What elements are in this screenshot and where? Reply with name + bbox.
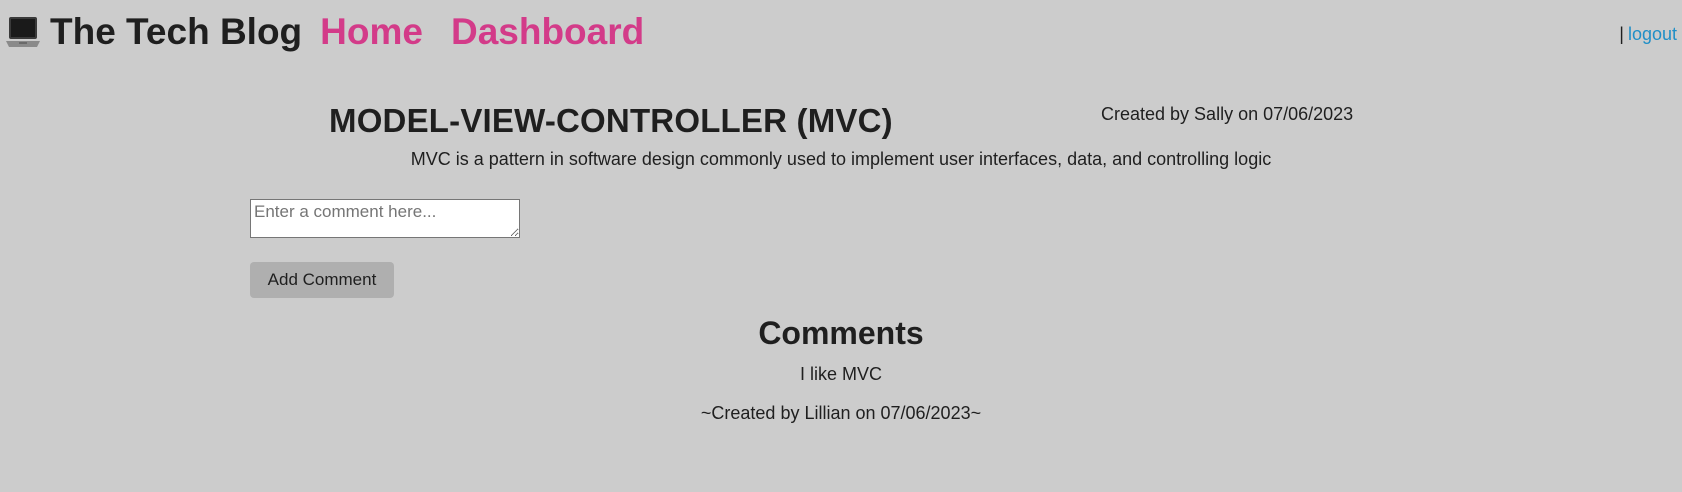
session-controls: | logout xyxy=(1619,24,1677,45)
comment-item: I like MVC ~Created by Lillian on 07/06/… xyxy=(0,364,1682,424)
comments-section: Comments I like MVC ~Created by Lillian … xyxy=(0,313,1682,424)
nav-dashboard-link[interactable]: Dashboard xyxy=(451,10,644,54)
site-header: The Tech Blog Home Dashboard | logout xyxy=(0,0,1682,64)
post: MODEL-VIEW-CONTROLLER (MVC) Created by S… xyxy=(0,64,1682,184)
separator: | xyxy=(1619,24,1624,44)
laptop-icon xyxy=(4,13,42,51)
nav-home-link[interactable]: Home xyxy=(320,10,423,54)
comments-heading: Comments xyxy=(758,315,924,351)
comment-input[interactable] xyxy=(250,199,520,238)
comment-meta: ~Created by Lillian on 07/06/2023~ xyxy=(700,403,982,423)
post-title: MODEL-VIEW-CONTROLLER (MVC) xyxy=(329,102,893,139)
post-body: MVC is a pattern in software design comm… xyxy=(410,149,1272,169)
comment-form: Add Comment xyxy=(250,199,520,298)
comment-text: I like MVC xyxy=(799,364,882,384)
site-title: The Tech Blog xyxy=(50,11,303,52)
post-meta: Created by Sally on 07/06/2023 xyxy=(1101,104,1354,124)
add-comment-button[interactable]: Add Comment xyxy=(250,262,394,298)
brand: The Tech Blog Home Dashboard xyxy=(4,10,644,54)
logout-link[interactable]: logout xyxy=(1628,24,1677,44)
